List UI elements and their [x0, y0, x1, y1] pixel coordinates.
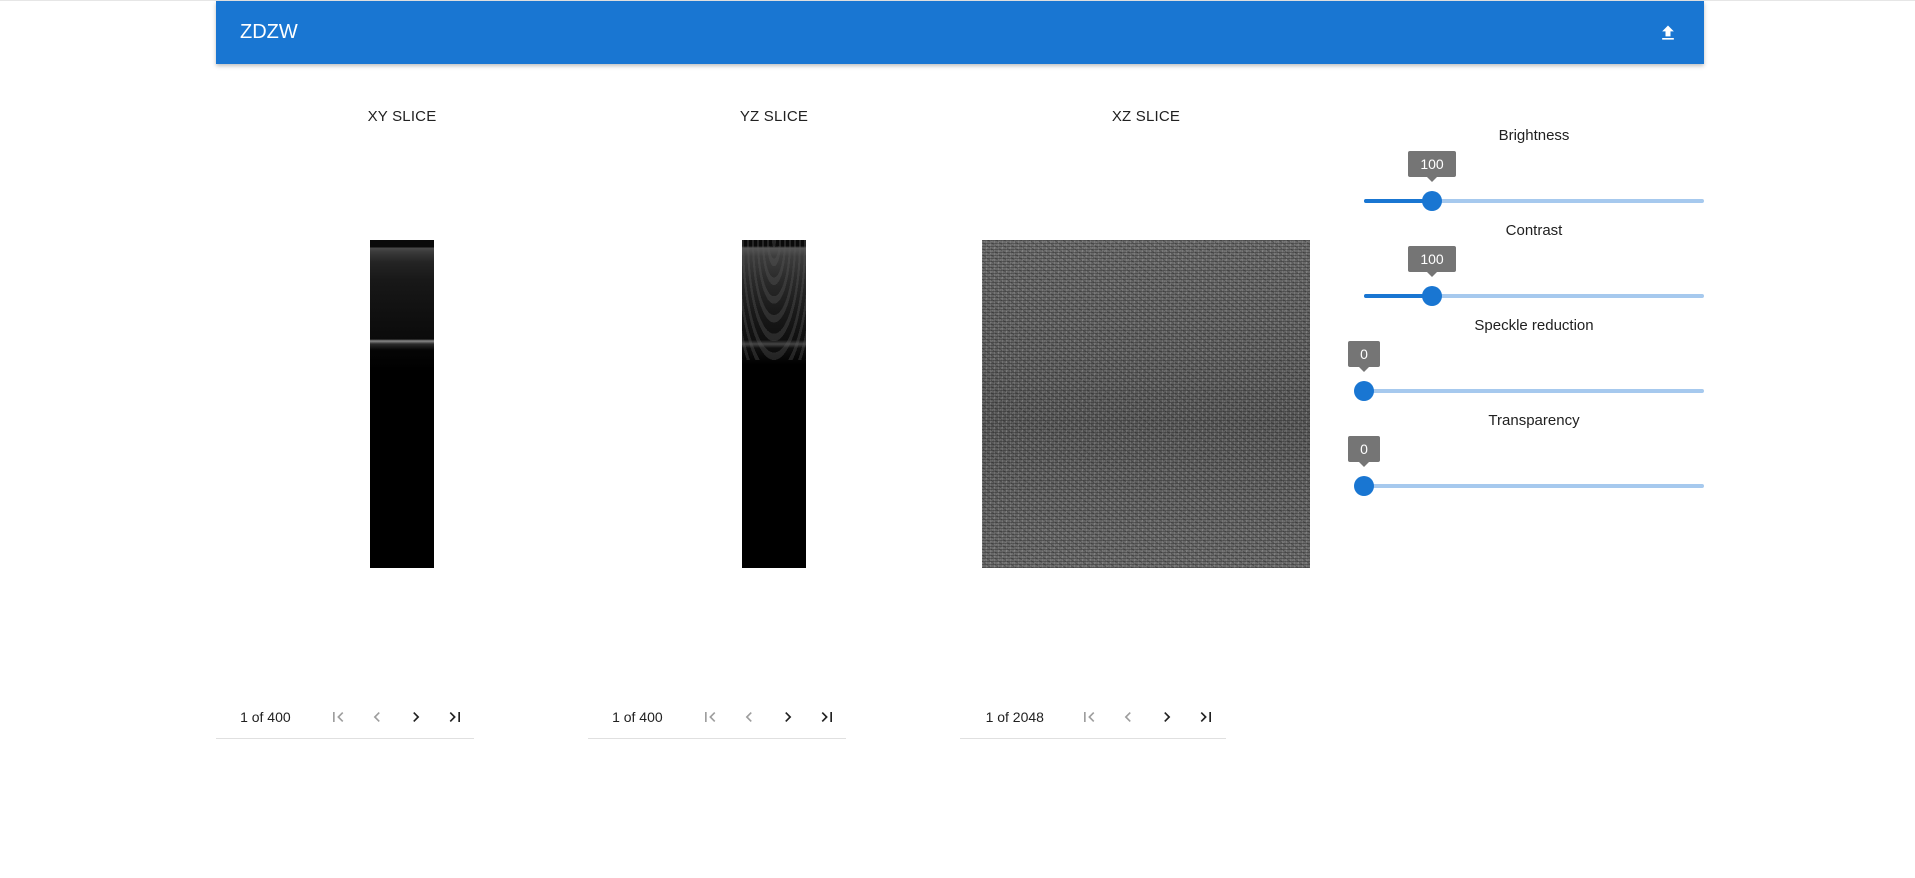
xz-slice-image — [982, 240, 1310, 568]
contrast-slider[interactable]: 100 — [1364, 246, 1704, 306]
chevron-right-icon — [1164, 711, 1171, 722]
contrast-label: Contrast — [1505, 222, 1563, 239]
xy-slice-pager: 1 of 400 — [216, 695, 474, 739]
xz-previous-page-button[interactable] — [1109, 697, 1148, 737]
yz-previous-page-button[interactable] — [730, 697, 769, 737]
xy-slice-image — [370, 240, 434, 568]
yz-next-page-button[interactable] — [768, 697, 807, 737]
speckle-reduction-value-tooltip: 0 — [1348, 341, 1380, 372]
transparency-label: Transparency — [1488, 412, 1580, 429]
last-page-icon — [449, 711, 460, 722]
speckle-reduction-label: Speckle reduction — [1474, 317, 1594, 334]
brightness-value-tooltip: 100 — [1408, 151, 1456, 182]
yz-slice-image — [742, 240, 806, 568]
brightness-slider-thumb[interactable] — [1422, 191, 1442, 211]
chevron-right-icon — [784, 711, 792, 722]
transparency-slider-thumb[interactable] — [1354, 476, 1374, 496]
first-page-icon — [333, 711, 344, 722]
chevron-left-icon — [745, 711, 752, 722]
speckle-reduction-slider[interactable]: 0 — [1348, 341, 1704, 401]
yz-slice-title: YZ SLICE — [739, 108, 809, 125]
xy-next-page-button[interactable] — [396, 697, 435, 737]
xy-pager-label: 1 of 400 — [240, 708, 291, 725]
yz-last-page-button[interactable] — [807, 697, 846, 737]
yz-pager-label: 1 of 400 — [612, 708, 663, 725]
last-page-icon — [821, 711, 832, 722]
speckle-reduction-slider-thumb[interactable] — [1354, 381, 1374, 401]
xz-pager-label: 1 of 2048 — [985, 708, 1044, 725]
chevron-left-icon — [373, 711, 380, 722]
xz-last-page-button[interactable] — [1187, 697, 1226, 737]
yz-slice-pager: 1 of 400 — [588, 695, 846, 739]
xy-previous-page-button[interactable] — [358, 697, 397, 737]
yz-first-page-button[interactable] — [691, 697, 730, 737]
first-page-icon — [1084, 711, 1095, 722]
xy-slice-title: XY SLICE — [367, 108, 437, 125]
xz-first-page-button[interactable] — [1070, 697, 1109, 737]
app-title: ZDZW — [240, 21, 298, 43]
transparency-slider[interactable]: 0 — [1348, 436, 1704, 496]
xy-last-page-button[interactable] — [435, 697, 474, 737]
last-page-icon — [1201, 711, 1212, 722]
brightness-label: Brightness — [1498, 127, 1570, 144]
xy-first-page-button[interactable] — [319, 697, 358, 737]
xz-slice-title: XZ SLICE — [1111, 108, 1181, 125]
contrast-value-tooltip: 100 — [1408, 246, 1456, 277]
xz-next-page-button[interactable] — [1148, 697, 1187, 737]
first-page-icon — [705, 711, 716, 722]
brightness-slider[interactable]: 100 — [1364, 151, 1704, 211]
app-bar: ZDZW — [216, 1, 1704, 64]
transparency-value-tooltip: 0 — [1348, 436, 1380, 467]
chevron-left-icon — [1124, 711, 1132, 722]
contrast-slider-thumb[interactable] — [1422, 286, 1442, 306]
upload-icon — [1662, 25, 1674, 40]
xz-slice-pager: 1 of 2048 — [960, 695, 1226, 739]
chevron-right-icon — [412, 711, 420, 722]
upload-button[interactable] — [1648, 13, 1688, 53]
